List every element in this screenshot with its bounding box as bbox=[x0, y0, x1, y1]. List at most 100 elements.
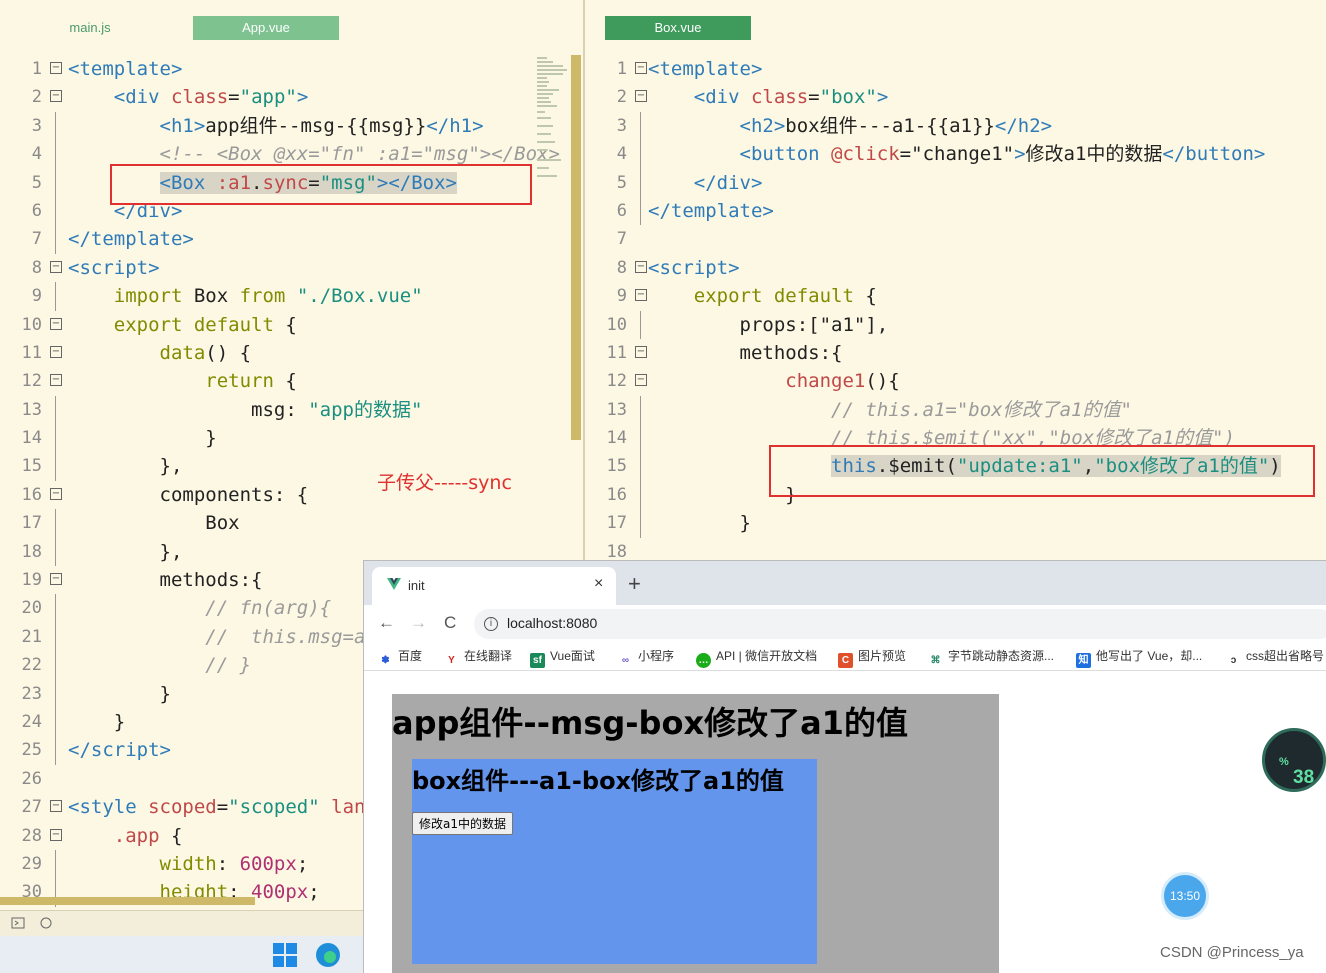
horizontal-scrollbar[interactable] bbox=[0, 897, 255, 905]
line-number: 19 bbox=[21, 570, 42, 591]
line-number: 3 bbox=[616, 115, 627, 136]
bytedance-icon: ⌘ bbox=[930, 655, 941, 666]
browser-tab-title: init bbox=[408, 578, 425, 593]
new-tab-icon[interactable]: + bbox=[628, 571, 641, 597]
fold-toggle-icon[interactable]: − bbox=[635, 345, 647, 358]
line-number: 16 bbox=[21, 484, 42, 505]
fold-toggle-icon[interactable]: − bbox=[50, 345, 62, 358]
line-number: 13 bbox=[606, 399, 627, 420]
cpu-gauge-widget[interactable]: 38% bbox=[1262, 728, 1326, 792]
address-bar[interactable]: i localhost:8080 bbox=[474, 609, 1326, 639]
fold-toggle-icon[interactable]: − bbox=[50, 573, 62, 586]
line-number: 2 bbox=[31, 87, 42, 108]
fold-toggle-icon[interactable]: − bbox=[50, 487, 62, 500]
line-number: 25 bbox=[21, 740, 42, 761]
fold-toggle-icon[interactable]: − bbox=[635, 90, 647, 103]
code-line: 7 bbox=[585, 225, 1326, 253]
bookmark-item[interactable]: … API | 微信开放文档 bbox=[696, 647, 817, 668]
line-number: 17 bbox=[606, 513, 627, 534]
app-heading: app组件--msg-box修改了a1的值 bbox=[392, 704, 908, 742]
clock-widget[interactable]: 13:50 bbox=[1161, 872, 1209, 920]
bookmark-item[interactable]: sf Vue面试 bbox=[530, 647, 595, 668]
line-number: 17 bbox=[21, 513, 42, 534]
fold-toggle-icon[interactable]: − bbox=[50, 374, 62, 387]
line-number: 1 bbox=[31, 59, 42, 79]
browser-tab-strip: init × + bbox=[364, 561, 1326, 605]
close-tab-icon[interactable]: × bbox=[594, 575, 603, 593]
edge-browser-icon[interactable] bbox=[313, 940, 343, 970]
bookmark-item[interactable]: ∞ 小程序 bbox=[618, 647, 674, 668]
annotation-label: 子传父-----sync bbox=[377, 472, 512, 494]
screen: main.js App.vue 1− <template> 2− <div cla… bbox=[0, 0, 1326, 973]
bookmark-item[interactable]: ⌘ 字节跳动静态资源... bbox=[928, 647, 1055, 668]
right-tab-bar: Box.vue bbox=[585, 0, 1326, 44]
line-number: 12 bbox=[21, 371, 42, 392]
line-number: 1 bbox=[616, 59, 627, 79]
box-heading: box组件---a1-box修改了a1的值 bbox=[412, 767, 784, 795]
terminal-icon[interactable] bbox=[8, 914, 68, 934]
line-number: 18 bbox=[21, 541, 42, 562]
translate-icon: Y bbox=[448, 655, 455, 666]
tab-app-vue[interactable]: App.vue bbox=[193, 16, 339, 40]
code-line: 14 } bbox=[0, 424, 583, 453]
highlight-box-sync-binding bbox=[110, 164, 532, 205]
app-container: app组件--msg-box修改了a1的值 box组件---a1-box修改了a… bbox=[392, 694, 999, 973]
info-icon[interactable]: i bbox=[484, 617, 498, 631]
browser-tab[interactable]: init × bbox=[372, 567, 616, 605]
fold-toggle-icon[interactable]: − bbox=[50, 800, 62, 813]
left-tab-bar: main.js App.vue bbox=[0, 0, 583, 44]
fold-toggle-icon[interactable]: − bbox=[50, 317, 62, 330]
line-number: 28 bbox=[21, 825, 42, 846]
line-number: 16 bbox=[606, 484, 627, 505]
line-number: 7 bbox=[616, 229, 627, 250]
code-line: 10 props:["a1"], bbox=[585, 310, 1326, 339]
line-number: 22 bbox=[21, 655, 42, 676]
tab-box-vue[interactable]: Box.vue bbox=[605, 16, 751, 40]
bookmark-item[interactable]: 知他写出了 Vue，却... bbox=[1076, 647, 1202, 668]
line-number: 2 bbox=[616, 87, 627, 108]
fold-toggle-icon[interactable]: − bbox=[50, 828, 62, 841]
back-arrow-icon[interactable]: ← bbox=[378, 613, 395, 633]
reload-icon[interactable]: C bbox=[444, 613, 456, 633]
bookmark-item[interactable]: C 图片预览 bbox=[838, 647, 906, 668]
code-line: 5 </div> bbox=[585, 168, 1326, 197]
fold-toggle-icon[interactable]: − bbox=[50, 260, 62, 273]
line-number: 3 bbox=[31, 115, 42, 136]
tab-main-js[interactable]: main.js bbox=[40, 16, 140, 40]
line-number: 14 bbox=[21, 428, 42, 449]
code-line: 13 // this.a1="box修改了a1的值" bbox=[585, 395, 1326, 425]
fold-toggle-icon[interactable]: − bbox=[635, 374, 647, 387]
change-a1-button[interactable]: 修改a1中的数据 bbox=[412, 812, 513, 835]
line-number: 11 bbox=[606, 342, 627, 363]
page-viewport: app组件--msg-box修改了a1的值 box组件---a1-box修改了a… bbox=[364, 672, 1326, 973]
url-text: localhost:8080 bbox=[507, 615, 598, 631]
code-line: 11− methods:{ bbox=[585, 339, 1326, 367]
bookmark-item[interactable]: ↄ css超出省略号 bbox=[1226, 647, 1324, 668]
fold-toggle-icon[interactable]: − bbox=[635, 62, 647, 74]
fold-toggle-icon[interactable]: − bbox=[50, 90, 62, 103]
line-number: 6 bbox=[616, 200, 627, 221]
code-line: 11− data() { bbox=[0, 339, 583, 367]
code-line: 17 Box bbox=[0, 509, 583, 538]
fold-toggle-icon[interactable]: − bbox=[635, 289, 647, 302]
code-line: 13 msg: "app的数据" bbox=[0, 395, 583, 425]
minimap[interactable] bbox=[537, 55, 571, 195]
line-number: 21 bbox=[21, 626, 42, 647]
bookmark-item[interactable]: ✽ 百度 bbox=[378, 647, 422, 668]
vertical-scrollbar[interactable] bbox=[571, 55, 581, 440]
code-line: 7 </template> bbox=[0, 225, 583, 254]
code-line: 3 <h1>app组件--msg-{{msg}}</h1> bbox=[0, 111, 583, 141]
code-line: 2− <div class="app"> bbox=[0, 83, 583, 111]
line-number: 8 bbox=[616, 257, 627, 278]
line-number: 24 bbox=[21, 711, 42, 732]
line-number: 10 bbox=[606, 314, 627, 335]
windows-start-icon[interactable] bbox=[270, 940, 300, 970]
line-number: 9 bbox=[31, 286, 42, 307]
forward-arrow-icon[interactable]: → bbox=[410, 613, 427, 633]
fold-toggle-icon[interactable]: − bbox=[50, 62, 62, 74]
code-line: 10− export default { bbox=[0, 311, 583, 339]
line-number: 5 bbox=[31, 172, 42, 193]
bookmark-item[interactable]: Y 在线翻译 bbox=[444, 647, 512, 668]
fold-toggle-icon[interactable]: − bbox=[635, 260, 647, 273]
line-number: 8 bbox=[31, 257, 42, 278]
